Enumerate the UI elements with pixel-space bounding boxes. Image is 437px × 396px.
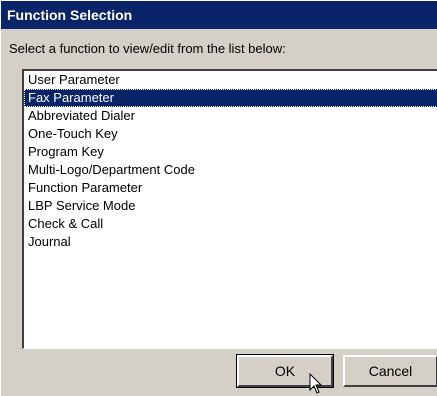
list-item-user-parameter[interactable]: User Parameter xyxy=(24,71,437,89)
function-selection-dialog: Function Selection Select a function to … xyxy=(0,0,437,396)
list-item-fax-parameter[interactable]: Fax Parameter xyxy=(24,89,437,107)
ok-button[interactable]: OK xyxy=(236,354,334,388)
instruction-label: Select a function to view/edit from the … xyxy=(9,41,286,56)
cancel-button[interactable]: Cancel xyxy=(343,355,437,387)
dialog-title: Function Selection xyxy=(7,7,133,23)
list-item-abbreviated-dialer[interactable]: Abbreviated Dialer xyxy=(24,107,437,125)
list-item-journal[interactable]: Journal xyxy=(24,233,437,251)
list-item-one-touch-key[interactable]: One-Touch Key xyxy=(24,125,437,143)
list-item-lbp-service-mode[interactable]: LBP Service Mode xyxy=(24,197,437,215)
list-item-check-and-call[interactable]: Check & Call xyxy=(24,215,437,233)
list-item-function-parameter[interactable]: Function Parameter xyxy=(24,179,437,197)
list-item-program-key[interactable]: Program Key xyxy=(24,143,437,161)
function-listbox[interactable]: User Parameter Fax Parameter Abbreviated… xyxy=(22,69,437,349)
list-item-multi-logo-department-code[interactable]: Multi-Logo/Department Code xyxy=(24,161,437,179)
dialog-title-bar: Function Selection xyxy=(1,1,437,29)
